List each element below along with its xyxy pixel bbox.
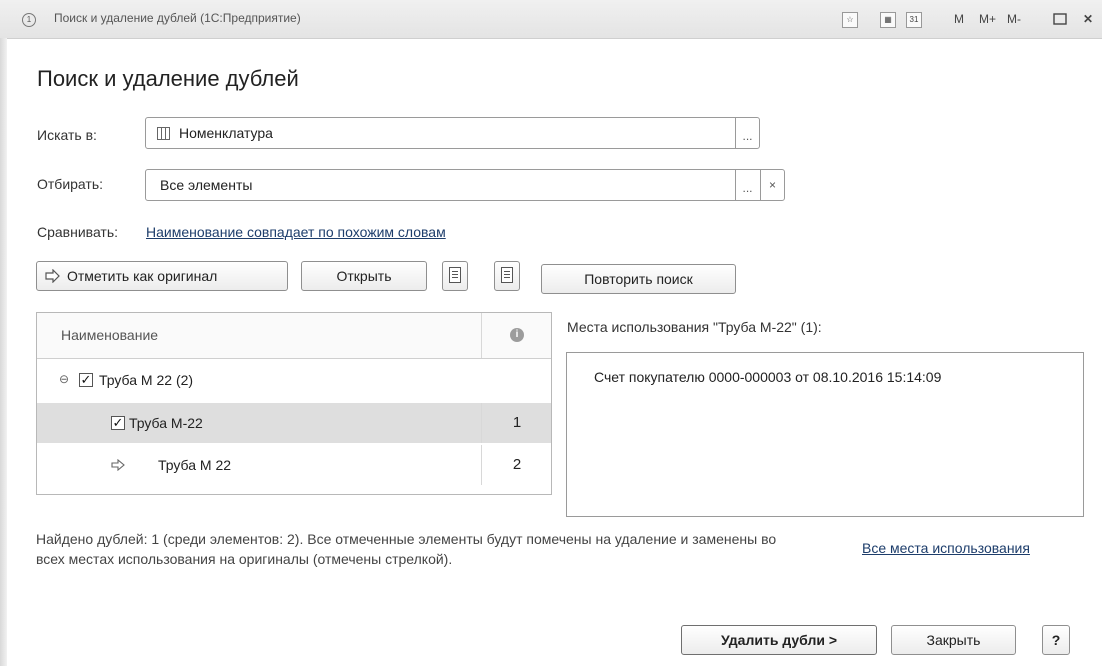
usage-title: Места использования "Труба М-22" (1): — [567, 319, 822, 335]
group-checkbox[interactable]: ✓ — [79, 373, 93, 387]
result-note: Найдено дублей: 1 (среди элементов: 2). … — [36, 531, 777, 567]
search-in-field[interactable]: Номенклатура ... — [145, 117, 760, 149]
delete-duplicates-button[interactable]: Удалить дубли > — [681, 625, 877, 655]
filter-label: Отбирать: — [37, 176, 104, 192]
row-count: 2 — [481, 445, 552, 485]
compare-link[interactable]: Наименование совпадает по похожим словам — [146, 224, 446, 240]
row-count: 1 — [481, 403, 552, 443]
memory-button-m-plus[interactable]: M+ — [979, 9, 996, 29]
repeat-search-button[interactable]: Повторить поиск — [541, 264, 736, 294]
help-button[interactable]: ? — [1042, 625, 1070, 655]
duplicates-table[interactable]: Наименование i ⊖ ✓ Труба М 22 (2) ✓ Труб… — [36, 312, 552, 495]
table-row[interactable]: ✓ Труба М-22 1 — [37, 403, 551, 443]
open-button[interactable]: Открыть — [301, 261, 427, 291]
original-arrow-icon — [111, 459, 125, 471]
compare-label: Сравнивать: — [37, 224, 119, 240]
page-title: Поиск и удаление дублей — [37, 66, 299, 91]
row-checkbox[interactable]: ✓ — [111, 416, 125, 430]
document-icon — [449, 267, 461, 283]
mark-original-label: Отметить как оригинал — [67, 268, 218, 284]
row-name: Труба М 22 — [158, 457, 232, 473]
window-title: Поиск и удаление дублей (1С:Предприятие) — [54, 11, 301, 25]
search-in-value: Номенклатура — [179, 125, 273, 141]
title-bar: 1 Поиск и удаление дублей (1С:Предприяти… — [0, 0, 1102, 39]
row-name: Труба М-22 — [129, 415, 203, 431]
filter-value: Все элементы — [160, 177, 253, 193]
all-usage-link[interactable]: Все места использования — [862, 540, 1030, 556]
column-header-name[interactable]: Наименование — [61, 327, 158, 343]
close-label: Закрыть — [926, 632, 981, 648]
collapse-all-button[interactable] — [494, 261, 520, 291]
favorites-icon[interactable]: ☆ — [842, 12, 858, 28]
window-edge — [0, 38, 7, 666]
window: 1 Поиск и удаление дублей (1С:Предприяти… — [0, 0, 1102, 666]
column-header-count[interactable]: i — [481, 313, 552, 358]
calculator-icon[interactable]: ▦ — [880, 12, 896, 28]
mark-original-button[interactable]: Отметить как оригинал — [36, 261, 288, 291]
memory-button-m[interactable]: M — [954, 9, 964, 29]
filter-field[interactable]: Все элементы ... × — [145, 169, 785, 201]
collapse-icon[interactable]: ⊖ — [59, 372, 69, 386]
catalog-icon — [157, 127, 170, 140]
filter-clear-button[interactable]: × — [760, 170, 784, 200]
calendar-icon[interactable]: 31 — [906, 12, 922, 28]
close-icon[interactable]: ✕ — [1080, 9, 1096, 29]
table-group-row[interactable]: ⊖ ✓ Труба М 22 (2) — [37, 360, 551, 400]
search-in-choose-button[interactable]: ... — [735, 118, 759, 148]
table-header: Наименование i — [37, 313, 551, 359]
filter-choose-button[interactable]: ... — [735, 170, 759, 200]
maximize-icon[interactable] — [1052, 9, 1068, 29]
app-icon[interactable]: 1 — [22, 13, 36, 27]
memory-button-m-minus[interactable]: M- — [1007, 9, 1021, 29]
open-label: Открыть — [336, 268, 392, 284]
group-label: Труба М 22 (2) — [99, 372, 194, 388]
help-label: ? — [1051, 632, 1061, 648]
delete-duplicates-label: Удалить дубли > — [720, 632, 838, 648]
usage-list[interactable]: Счет покупателю 0000-000003 от 08.10.201… — [566, 352, 1084, 517]
close-button[interactable]: Закрыть — [891, 625, 1016, 655]
repeat-search-label: Повторить поиск — [584, 271, 693, 287]
search-in-label: Искать в: — [37, 127, 97, 143]
table-row[interactable]: Труба М 22 2 — [37, 445, 551, 485]
arrow-right-icon — [45, 269, 60, 283]
info-icon: i — [510, 328, 524, 342]
document-icon — [501, 267, 513, 283]
usage-item[interactable]: Счет покупателю 0000-000003 от 08.10.201… — [594, 369, 941, 385]
expand-all-button[interactable] — [442, 261, 468, 291]
